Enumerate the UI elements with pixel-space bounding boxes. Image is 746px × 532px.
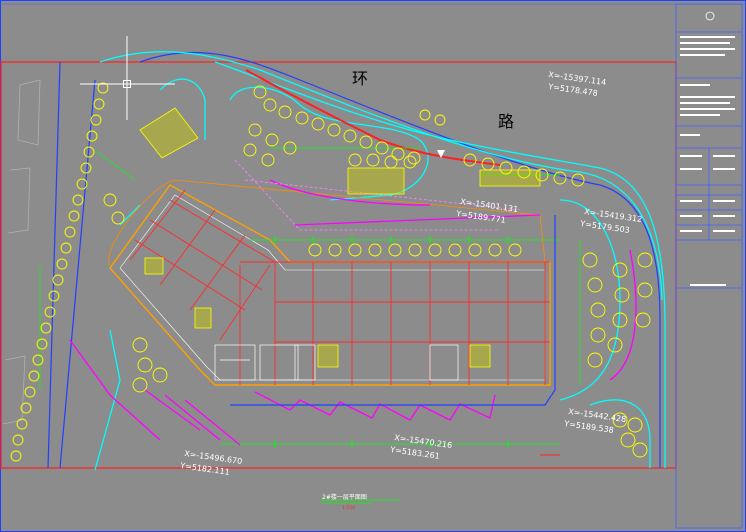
- tree-symbols: [10, 82, 653, 462]
- dimension-lines: [39, 147, 581, 501]
- plan-scale: 1:150: [342, 505, 355, 511]
- coordinate-labels: X=-15397.114 Y=5178.478 X=-15401.131 Y=5…: [179, 70, 643, 477]
- road-label-1: 环: [352, 69, 368, 88]
- plan-title: 2#楼一层平面图: [322, 493, 367, 501]
- site-boundary-right: [139, 51, 661, 468]
- podium-edge: [230, 215, 556, 406]
- firm-logo-icon: [705, 11, 715, 21]
- road-label-2: 路: [498, 112, 514, 131]
- site-boundary-left: [47, 61, 96, 469]
- cad-drawing-canvas[interactable]: 环 路 X=-15397.114 Y=5178.478 X=-15401.131…: [0, 0, 746, 532]
- neighbor-buildings: [2, 79, 41, 425]
- stair-blocks: [139, 107, 541, 368]
- title-block-frame: [675, 3, 743, 529]
- title-block-content: [680, 11, 735, 286]
- crosshair-cursor-icon: [80, 36, 175, 120]
